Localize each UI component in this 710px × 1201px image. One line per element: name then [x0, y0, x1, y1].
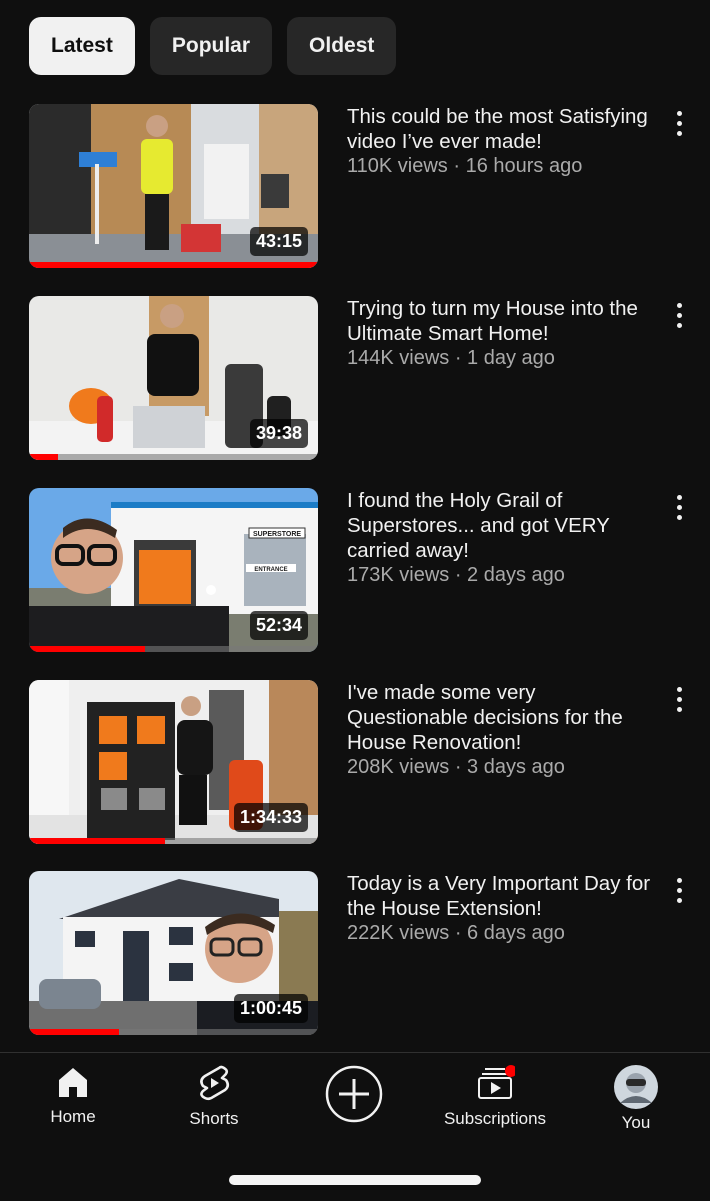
- watch-progress-bar: [29, 838, 318, 844]
- video-stats: 110K views · 16 hours ago: [347, 155, 583, 177]
- video-title[interactable]: I've made some very Questionable decisio…: [347, 680, 659, 755]
- chip-oldest[interactable]: Oldest: [287, 17, 397, 75]
- video-item[interactable]: 1:34:33 I've made some very Questionable…: [29, 680, 689, 844]
- nav-subscriptions[interactable]: Subscriptions: [440, 1065, 550, 1129]
- watch-progress-bar: [29, 646, 318, 652]
- duration-badge: 1:34:33: [233, 803, 308, 832]
- create-button[interactable]: [325, 1065, 383, 1123]
- nav-shorts[interactable]: Shorts: [183, 1065, 245, 1129]
- duration-badge: 52:34: [249, 611, 308, 640]
- video-item[interactable]: 39:38 Trying to turn my House into the U…: [29, 296, 689, 460]
- home-indicator: [229, 1175, 481, 1185]
- more-options-icon[interactable]: [669, 684, 689, 714]
- nav-home-label: Home: [50, 1107, 96, 1126]
- nav-you[interactable]: You: [612, 1065, 660, 1133]
- video-thumbnail[interactable]: SUPERSTORE ENTRANCE 52:34: [29, 488, 318, 652]
- video-item[interactable]: 1:00:45 Today is a Very Important Day fo…: [29, 871, 689, 1035]
- nav-home[interactable]: Home: [45, 1065, 101, 1127]
- video-stats: 208K views · 3 days ago: [347, 756, 565, 778]
- nav-shorts-label: Shorts: [189, 1109, 239, 1128]
- subscriptions-icon: [478, 1065, 515, 1099]
- chip-latest[interactable]: Latest: [29, 17, 135, 75]
- more-options-icon[interactable]: [669, 300, 689, 330]
- plus-icon: [325, 1065, 383, 1123]
- chip-popular[interactable]: Popular: [149, 17, 273, 75]
- video-title[interactable]: This could be the most Satisfying video …: [347, 104, 659, 154]
- duration-badge: 39:38: [249, 419, 308, 448]
- video-thumbnail[interactable]: 43:15: [29, 104, 318, 268]
- more-options-icon[interactable]: [669, 108, 689, 138]
- more-options-icon[interactable]: [669, 875, 689, 905]
- avatar: [614, 1065, 658, 1109]
- video-thumbnail[interactable]: 39:38: [29, 296, 318, 460]
- video-item[interactable]: 43:15 This could be the most Satisfying …: [29, 104, 689, 268]
- watch-progress-bar: [29, 454, 318, 460]
- entrance-sign: ENTRANCE: [254, 567, 287, 573]
- nav-you-label: You: [621, 1113, 651, 1132]
- video-stats: 144K views · 1 day ago: [347, 347, 555, 369]
- home-icon: [59, 1068, 87, 1097]
- superstore-sign: SUPERSTORE: [253, 531, 301, 538]
- video-title[interactable]: I found the Holy Grail of Superstores...…: [347, 488, 659, 563]
- video-thumbnail[interactable]: 1:00:45: [29, 871, 318, 1035]
- video-stats: 173K views · 2 days ago: [347, 564, 565, 586]
- duration-badge: 43:15: [249, 227, 308, 256]
- duration-badge: 1:00:45: [233, 994, 308, 1023]
- shorts-icon: [200, 1065, 230, 1101]
- video-thumbnail[interactable]: 1:34:33: [29, 680, 318, 844]
- notification-dot: [505, 1065, 515, 1077]
- more-options-icon[interactable]: [669, 492, 689, 522]
- watch-progress-bar: [29, 1029, 318, 1035]
- video-title[interactable]: Today is a Very Important Day for the Ho…: [347, 871, 659, 921]
- video-stats: 222K views · 6 days ago: [347, 922, 565, 944]
- nav-subscriptions-label: Subscriptions: [443, 1109, 547, 1128]
- watch-progress-bar: [29, 262, 318, 268]
- filter-chips: Latest Popular Oldest: [29, 17, 397, 75]
- video-title[interactable]: Trying to turn my House into the Ultimat…: [347, 296, 659, 346]
- video-item[interactable]: SUPERSTORE ENTRANCE 52:34 I found the Ho…: [29, 488, 689, 652]
